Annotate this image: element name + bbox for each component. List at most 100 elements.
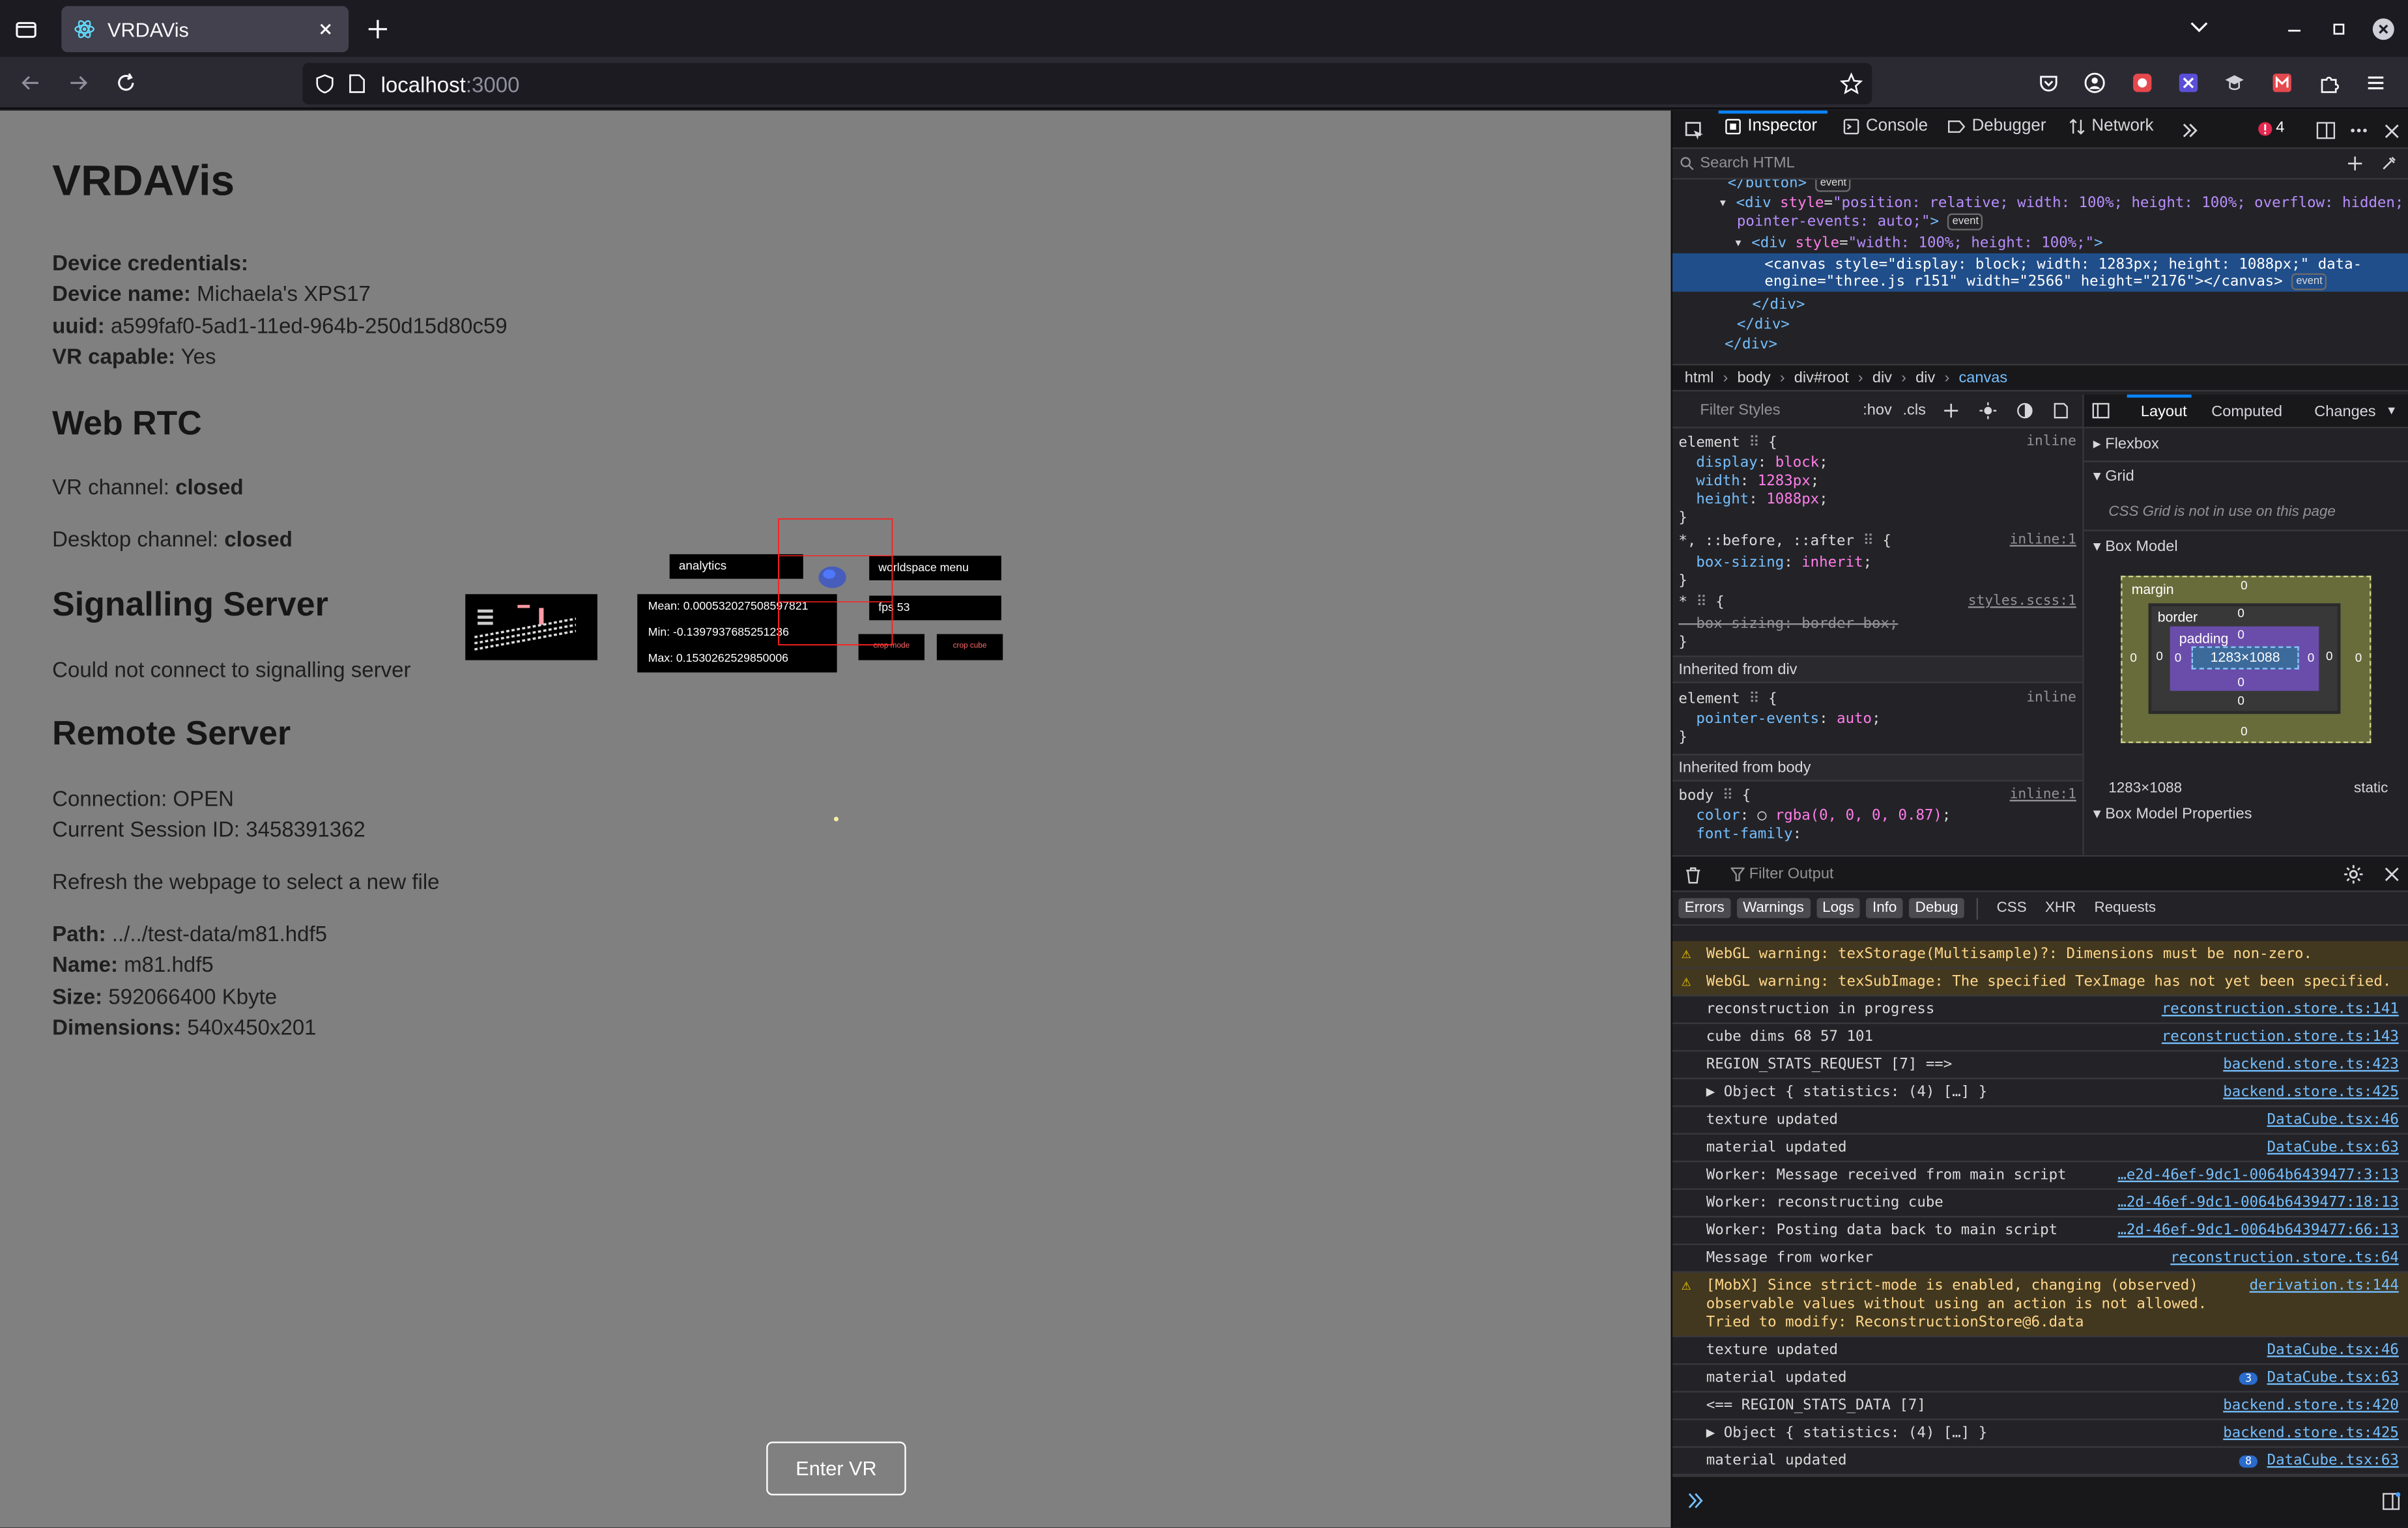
filter-styles-input[interactable]: Filter Styles bbox=[1700, 403, 1780, 419]
scene-cursor-dot bbox=[833, 817, 838, 822]
page-info-icon[interactable] bbox=[347, 74, 366, 94]
console-source-link[interactable]: reconstruction.store.ts:141 bbox=[2162, 1001, 2399, 1018]
extension-purple-icon[interactable] bbox=[2170, 64, 2207, 102]
crop-cube-button[interactable]: crop cube bbox=[936, 634, 1003, 660]
console-input[interactable] bbox=[1672, 1475, 2408, 1528]
crumb-body[interactable]: body bbox=[1738, 369, 1771, 386]
filter-logs[interactable]: Logs bbox=[1816, 898, 1861, 918]
tab-computed[interactable]: Computed bbox=[2211, 404, 2282, 421]
console-source-link[interactable]: DataCube.tsx:46 bbox=[2267, 1342, 2399, 1359]
crumb-root[interactable]: div#root bbox=[1794, 369, 1849, 386]
warning-icon: ⚠ bbox=[1682, 946, 1691, 963]
hov-toggle[interactable]: :hov bbox=[1863, 403, 1892, 419]
grid-section[interactable]: ▾ Grid bbox=[2093, 468, 2134, 485]
console-source-link[interactable]: derivation.ts:144 bbox=[2250, 1277, 2399, 1294]
console-source-link[interactable]: 8 DataCube.tsx:63 bbox=[2239, 1452, 2399, 1469]
extension-red-icon[interactable] bbox=[2124, 64, 2161, 102]
layout-overflow-chevron-icon[interactable]: ▾ bbox=[2388, 403, 2395, 419]
url-bar[interactable]: localhost:3000 bbox=[302, 63, 1872, 105]
close-window-icon[interactable] bbox=[2365, 11, 2402, 48]
shield-icon[interactable] bbox=[315, 74, 335, 94]
crumb-html[interactable]: html bbox=[1685, 369, 1714, 386]
close-split-console-icon[interactable] bbox=[2383, 866, 2400, 883]
trash-icon[interactable] bbox=[1685, 866, 1702, 884]
tab-vrdavis[interactable]: VRDAVis bbox=[61, 6, 349, 53]
console-source-link[interactable]: backend.store.ts:420 bbox=[2223, 1397, 2399, 1414]
filter-output-input[interactable]: Filter Output bbox=[1749, 866, 1834, 883]
filter-errors[interactable]: Errors bbox=[1678, 898, 1731, 918]
console-source-link[interactable]: …2d-46ef-9dc1-0064b6439477:66:13 bbox=[2117, 1222, 2398, 1239]
layout-pane: Layout Computed Changes ▾ ▸ Flexbox ▾ Gr… bbox=[2084, 394, 2408, 855]
filter-css[interactable]: CSS bbox=[1990, 898, 2033, 918]
console-source-link[interactable]: DataCube.tsx:63 bbox=[2267, 1139, 2399, 1156]
crumb-canvas[interactable]: canvas bbox=[1958, 369, 2007, 386]
flexbox-section[interactable]: ▸ Flexbox bbox=[2093, 436, 2159, 453]
tab-list-icon[interactable] bbox=[8, 11, 45, 48]
console-source-link[interactable]: …e2d-46ef-9dc1-0064b6439477:3:13 bbox=[2117, 1167, 2398, 1183]
console-settings-gear-icon[interactable] bbox=[2344, 864, 2364, 884]
add-rule-icon[interactable] bbox=[1943, 403, 1960, 419]
search-html-input[interactable]: Search HTML bbox=[1672, 149, 2408, 180]
console-source-link[interactable]: backend.store.ts:425 bbox=[2223, 1424, 2399, 1441]
eyedropper-icon[interactable] bbox=[2381, 155, 2398, 172]
more-options-icon[interactable] bbox=[2340, 112, 2377, 149]
console-source-link[interactable]: backend.store.ts:423 bbox=[2223, 1056, 2399, 1073]
tab-inspector[interactable]: Inspector bbox=[1725, 117, 1817, 135]
pick-element-icon[interactable] bbox=[1676, 112, 1713, 149]
filter-info[interactable]: Info bbox=[1866, 898, 1903, 918]
more-tabs-chevron-icon[interactable] bbox=[2172, 112, 2209, 149]
console-output[interactable]: ⚠ WebGL warning: texStorage(Multisample)?… bbox=[1672, 926, 2408, 1476]
selected-canvas-node[interactable]: <canvas style="display: block; width: 12… bbox=[1672, 253, 2408, 292]
tab-layout[interactable]: Layout bbox=[2141, 404, 2187, 421]
back-icon[interactable] bbox=[12, 64, 50, 102]
toggle-sidebar-icon[interactable] bbox=[2091, 403, 2110, 419]
crumb-div[interactable]: div bbox=[1872, 369, 1892, 386]
filter-requests[interactable]: Requests bbox=[2088, 898, 2162, 918]
markup-view[interactable]: </button> event ▾ <div style="position: … bbox=[1672, 179, 2408, 356]
hamburger-menu-icon[interactable] bbox=[2357, 64, 2394, 102]
console-source-link[interactable]: reconstruction.store.ts:64 bbox=[2170, 1250, 2399, 1267]
dock-side-icon[interactable] bbox=[2306, 112, 2344, 149]
extensions-puzzle-icon[interactable] bbox=[2312, 64, 2349, 102]
error-counter[interactable]: 4 bbox=[2258, 120, 2284, 137]
add-node-icon[interactable] bbox=[2347, 155, 2364, 172]
graduation-cap-icon[interactable] bbox=[2216, 64, 2253, 102]
restore-icon[interactable] bbox=[2321, 11, 2358, 48]
extension-m-icon[interactable] bbox=[2263, 64, 2300, 102]
three-canvas-scene[interactable]: analytics worldspace menu fps 53 Mean: 0… bbox=[461, 510, 1014, 679]
console-source-link[interactable]: 3 DataCube.tsx:63 bbox=[2239, 1370, 2399, 1387]
cls-toggle[interactable]: .cls bbox=[1903, 403, 1926, 419]
reload-icon[interactable] bbox=[108, 64, 145, 102]
url-text[interactable]: localhost:3000 bbox=[381, 72, 520, 96]
bookmark-star-icon[interactable] bbox=[1839, 72, 1863, 95]
close-devtools-icon[interactable] bbox=[2373, 112, 2408, 149]
filter-xhr[interactable]: XHR bbox=[2039, 898, 2082, 918]
editor-mode-icon[interactable] bbox=[2382, 1492, 2401, 1510]
dark-scheme-icon[interactable] bbox=[2016, 403, 2033, 419]
forward-icon[interactable] bbox=[60, 64, 97, 102]
box-model-section[interactable]: ▾ Box Model bbox=[2093, 539, 2178, 556]
pocket-icon[interactable] bbox=[2030, 64, 2067, 102]
light-scheme-icon[interactable] bbox=[1979, 402, 1997, 419]
tab-network[interactable]: Network bbox=[2069, 117, 2154, 135]
box-model-properties-section[interactable]: ▾ Box Model Properties bbox=[2093, 806, 2252, 823]
active-tab-indicator bbox=[1718, 110, 1828, 114]
console-source-link[interactable]: …2d-46ef-9dc1-0064b6439477:18:13 bbox=[2117, 1195, 2398, 1211]
tab-debugger[interactable]: Debugger bbox=[1947, 117, 2046, 135]
filter-warnings[interactable]: Warnings bbox=[1736, 898, 1811, 918]
filter-debug[interactable]: Debug bbox=[1909, 898, 1965, 918]
new-tab-icon[interactable] bbox=[360, 11, 397, 48]
tab-console[interactable]: Console bbox=[1843, 117, 1928, 135]
console-source-link[interactable]: reconstruction.store.ts:143 bbox=[2162, 1028, 2399, 1045]
crumb-div-inner[interactable]: div bbox=[1915, 369, 1935, 386]
close-tab-icon[interactable] bbox=[315, 18, 336, 40]
console-message-text: REGION_STATS_REQUEST [7] ==> bbox=[1706, 1056, 1953, 1073]
console-source-link[interactable]: DataCube.tsx:46 bbox=[2267, 1112, 2399, 1129]
account-icon[interactable] bbox=[2076, 64, 2114, 102]
list-all-tabs-icon[interactable] bbox=[2181, 9, 2218, 46]
print-media-icon[interactable] bbox=[2054, 403, 2069, 419]
console-source-link[interactable]: backend.store.ts:425 bbox=[2223, 1084, 2399, 1101]
tab-changes[interactable]: Changes bbox=[2314, 404, 2375, 421]
enter-vr-button[interactable]: Enter VR bbox=[766, 1441, 906, 1495]
minimize-icon[interactable] bbox=[2276, 11, 2313, 48]
